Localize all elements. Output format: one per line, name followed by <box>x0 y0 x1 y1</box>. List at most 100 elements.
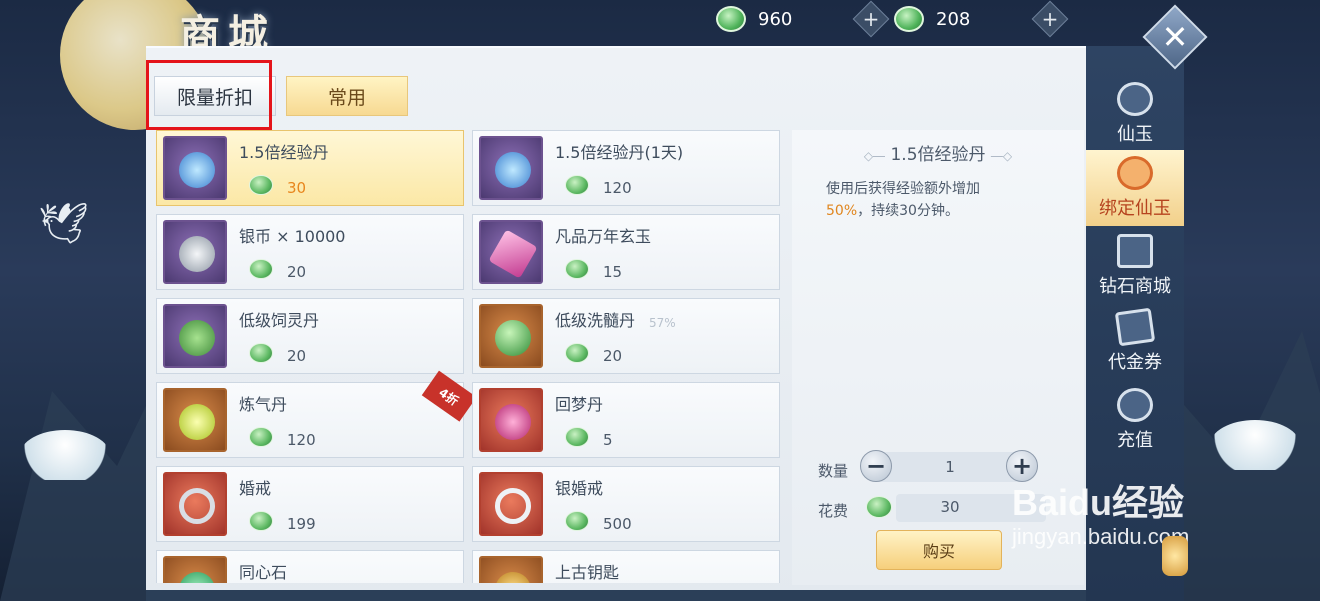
jade-amount: 960 <box>758 8 793 30</box>
item-card-silver-ring[interactable]: 银婚戒 500 <box>472 466 780 542</box>
item-name: 婚戒 <box>239 479 272 498</box>
jade-icon <box>1117 82 1153 116</box>
crane-decoration: 🕊 <box>38 201 89 247</box>
item-name: 回梦丹 <box>555 395 604 414</box>
shop-panel: 限量折扣 常用 1.5倍经验丹 30 1.5倍经验丹(1天) 120 银币 × … <box>146 46 1086 601</box>
bound-jade-icon <box>249 259 273 279</box>
desc-before: 使用后获得经验额外增加 <box>826 181 980 197</box>
item-name: 1.5倍经验丹(1天) <box>555 143 684 162</box>
bound-jade-icon <box>565 511 589 531</box>
faint-percent-text: 57% <box>649 316 676 330</box>
item-card-dream-pill[interactable]: 回梦丹 5 <box>472 382 780 458</box>
ornament-right-icon: ―◇ <box>990 149 1013 163</box>
sidebar-item-label: 代金券 <box>1108 352 1162 373</box>
discount-badge: 4折 <box>421 370 477 422</box>
silver-coin-icon <box>163 220 227 284</box>
sidebar-item-diamond-shop[interactable]: 钻石商城 <box>1086 228 1184 304</box>
item-price: 120 <box>287 431 316 449</box>
crystal-icon <box>479 220 543 284</box>
plus-icon: + <box>862 7 880 31</box>
add-jade-button[interactable]: + <box>852 0 890 38</box>
item-card-exp-pill[interactable]: 1.5倍经验丹 30 <box>156 130 464 206</box>
silver-ring-icon <box>479 472 543 536</box>
sidebar-item-voucher[interactable]: 代金券 <box>1086 304 1184 380</box>
item-card-marrow-pill[interactable]: 低级洗髓丹 20 <box>472 298 780 374</box>
ornament-left-icon: ◇― <box>863 149 886 163</box>
desc-highlight: 50% <box>826 203 858 219</box>
bound-jade-icon <box>565 175 589 195</box>
item-card-silver[interactable]: 银币 × 10000 20 <box>156 214 464 290</box>
item-name: 上古钥匙 <box>555 563 620 582</box>
item-price: 20 <box>287 263 307 281</box>
item-name: 凡品万年玄玉 <box>555 227 652 246</box>
ancient-key-icon <box>479 556 543 583</box>
item-card-xuanyu[interactable]: 凡品万年玄玉 15 <box>472 214 780 290</box>
diamond-shop-icon <box>1117 234 1153 268</box>
recharge-icon <box>1117 388 1153 422</box>
add-bound-jade-button[interactable]: + <box>1031 0 1069 38</box>
bound-jade-icon <box>565 427 589 447</box>
item-price: 199 <box>287 515 316 533</box>
item-name: 同心石 <box>239 563 288 582</box>
bound-jade-icon <box>894 6 924 32</box>
item-name: 1.5倍经验丹 <box>239 143 329 162</box>
purple-orb-icon <box>479 136 543 200</box>
bound-jade-icon <box>249 511 273 531</box>
item-price: 20 <box>603 347 623 365</box>
green-pearl-icon <box>479 304 543 368</box>
item-price: 15 <box>603 263 623 281</box>
item-name: 低级洗髓丹 <box>555 311 636 330</box>
item-card-exp-pill-1day[interactable]: 1.5倍经验丹(1天) 120 <box>472 130 780 206</box>
item-name: 银婚戒 <box>555 479 604 498</box>
plus-icon: + <box>1041 7 1059 31</box>
tab-common[interactable]: 常用 <box>286 76 408 116</box>
cost-value: 30 <box>940 498 960 516</box>
sidebar-item-label: 钻石商城 <box>1099 276 1171 297</box>
decrease-quantity-button[interactable]: − <box>860 450 892 482</box>
sidebar-item-label: 充值 <box>1117 430 1153 451</box>
item-card-ancient-key[interactable]: 上古钥匙 <box>472 550 780 583</box>
jade-stone-icon <box>163 556 227 583</box>
buy-button[interactable]: 购买 <box>876 530 1002 570</box>
bound-jade-icon <box>249 175 273 195</box>
jade-icon <box>716 6 746 32</box>
purple-orb-icon <box>163 136 227 200</box>
jade-currency: 960 <box>716 4 792 34</box>
bound-jade-icon <box>565 259 589 279</box>
item-card-feed-pill[interactable]: 低级饲灵丹 20 <box>156 298 464 374</box>
item-name: 炼气丹 <box>239 395 288 414</box>
item-card-wedding-ring[interactable]: 婚戒 199 <box>156 466 464 542</box>
sidebar-item-recharge[interactable]: 充值 <box>1086 382 1184 458</box>
detail-title-text: 1.5倍经验丹 <box>890 145 986 165</box>
qi-pill-icon <box>163 388 227 452</box>
quantity-label: 数量 <box>818 462 849 480</box>
item-price: 120 <box>603 179 632 197</box>
sidebar-item-bound-jade[interactable]: 绑定仙玉 <box>1086 150 1184 226</box>
sidebar-item-label: 仙玉 <box>1117 124 1153 145</box>
lotus-right-decoration <box>1210 420 1300 470</box>
item-card-heart-stone[interactable]: 同心石 <box>156 550 464 583</box>
item-grid: 1.5倍经验丹 30 1.5倍经验丹(1天) 120 银币 × 10000 20… <box>156 130 780 583</box>
bound-jade-currency: 208 <box>894 4 970 34</box>
cost-label: 花费 <box>818 502 849 520</box>
item-price: 30 <box>287 179 307 197</box>
lotus-left-decoration <box>20 430 110 480</box>
item-price: 500 <box>603 515 632 533</box>
close-icon: ✕ <box>1161 18 1189 56</box>
item-card-qi-pill[interactable]: 炼气丹 120 4折 <box>156 370 477 458</box>
pill-tray-icon <box>163 304 227 368</box>
lantern-decoration <box>1162 536 1188 576</box>
quantity-value[interactable]: 1 <box>920 458 980 476</box>
panel-bottom-edge <box>146 590 1086 601</box>
sidebar-item-jade[interactable]: 仙玉 <box>1086 76 1184 152</box>
minus-icon: − <box>865 452 887 480</box>
item-price: 5 <box>603 431 613 449</box>
bound-jade-icon <box>1117 156 1153 190</box>
voucher-icon <box>1114 307 1156 347</box>
detail-title: ◇― 1.5倍经验丹 ―◇ <box>792 140 1084 165</box>
bound-jade-icon <box>249 343 273 363</box>
item-price: 20 <box>287 347 307 365</box>
desc-after: ，持续30分钟。 <box>857 203 959 219</box>
bound-jade-icon <box>565 343 589 363</box>
item-name: 低级饲灵丹 <box>239 311 320 330</box>
